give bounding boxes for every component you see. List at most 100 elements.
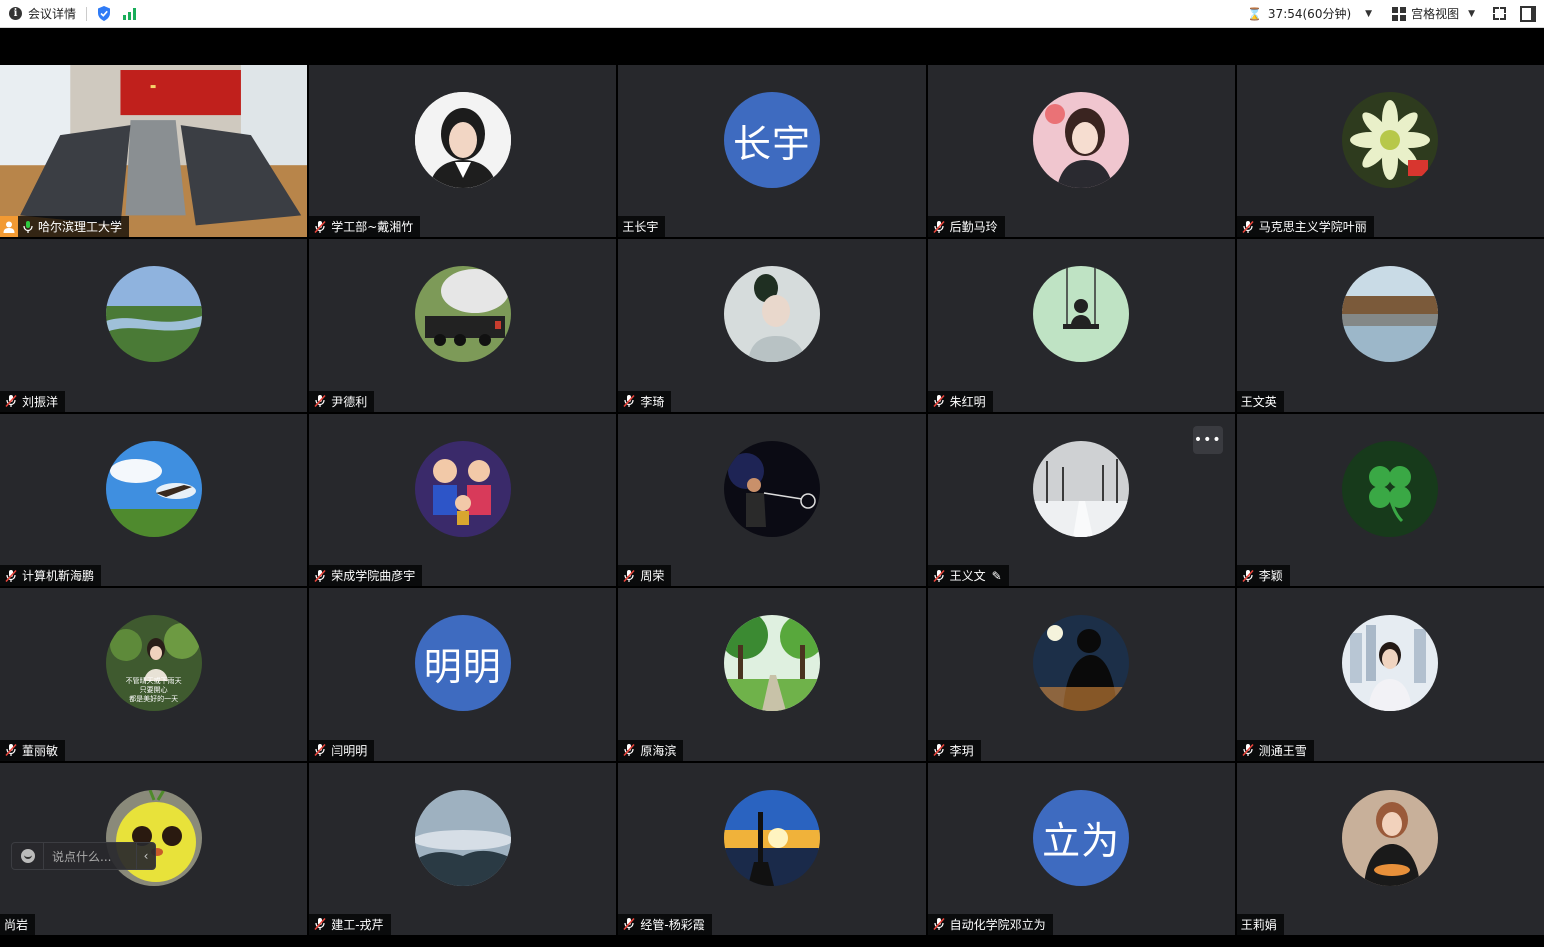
participant-avatar — [105, 789, 202, 886]
avatar-caption-line: 不管晴天或下雨天 — [125, 676, 182, 685]
participant-tile[interactable]: 学工部~戴湘竹 — [309, 65, 617, 238]
host-icon — [0, 216, 18, 238]
participant-tile[interactable]: 明明 闫明明 — [309, 588, 617, 761]
participant-avatar — [723, 266, 820, 363]
microphone-muted-icon — [622, 394, 636, 408]
participant-tile[interactable]: 经管-杨彩霞 — [618, 762, 926, 935]
participant-tile[interactable]: 刘振洋 — [0, 239, 308, 412]
meeting-timer[interactable]: ⌛ 37:54(60分钟) ▼ — [1247, 5, 1372, 22]
participant-avatar — [1342, 789, 1439, 886]
participant-tile[interactable]: 李琦 — [618, 239, 926, 412]
shield-icon[interactable] — [97, 6, 111, 21]
microphone-muted-icon — [4, 743, 18, 757]
participant-tile-host[interactable]: 哈尔滨理工大学 — [0, 65, 308, 238]
participant-tile[interactable]: 李颖 — [1236, 413, 1544, 587]
participant-tile[interactable]: 王文英 — [1236, 239, 1544, 412]
participant-avatar — [105, 440, 202, 537]
participant-name-label: 经管-杨彩霞 — [618, 913, 712, 935]
participant-avatar — [723, 440, 820, 537]
microphone-icon — [21, 220, 35, 234]
participant-avatar: 明明 — [414, 615, 511, 712]
participant-tile[interactable]: 荣成学院曲彦宇 — [309, 413, 617, 587]
participant-name-label: 自动化学院邓立为 — [927, 913, 1053, 935]
side-panel-icon[interactable] — [1520, 5, 1536, 22]
participant-tile[interactable]: ••• 王义文 ✎ — [927, 413, 1235, 587]
participant-avatar — [105, 266, 202, 363]
participant-tile[interactable]: 周荣 — [618, 413, 926, 587]
participant-name-label: 王莉娟 — [1236, 913, 1284, 935]
participant-tile[interactable]: 李玥 — [927, 588, 1235, 761]
more-options-button[interactable]: ••• — [1192, 425, 1223, 454]
divider — [86, 6, 88, 21]
microphone-muted-icon — [622, 569, 636, 583]
microphone-muted-icon — [313, 743, 327, 757]
view-mode-button[interactable]: 宫格视图 ▼ — [1392, 5, 1475, 22]
grid-view-icon — [1392, 6, 1407, 21]
participant-tile[interactable]: 不管晴天或下雨天 只要開心 都是美好的一天 董丽敏 — [0, 588, 308, 761]
microphone-muted-icon — [932, 569, 946, 583]
participant-tile[interactable]: 后勤马玲 — [927, 65, 1235, 238]
participant-tile[interactable]: 朱红明 — [927, 239, 1235, 412]
meeting-room-video — [0, 65, 308, 238]
microphone-muted-icon — [313, 394, 327, 408]
microphone-muted-icon — [1241, 220, 1255, 234]
chat-input[interactable]: 说点什么... — [52, 848, 111, 865]
microphone-muted-icon — [1241, 569, 1255, 583]
pencil-icon: ✎ — [991, 568, 1002, 583]
participant-avatar — [1033, 266, 1130, 363]
participant-grid: 哈尔滨理工大学 学工部~戴湘竹 长宇 王长宇 后勤马玲 马克思主义学院叶丽 刘振… — [0, 65, 1544, 935]
participant-avatar — [1342, 266, 1439, 363]
participant-name-label: 朱红明 — [927, 390, 993, 412]
microphone-muted-icon — [313, 220, 327, 234]
microphone-muted-icon — [932, 220, 946, 234]
participant-tile[interactable]: 立为 自动化学院邓立为 — [927, 762, 1235, 935]
participant-avatar — [723, 789, 820, 886]
participant-tile[interactable]: 长宇 王长宇 — [618, 65, 926, 238]
meeting-details-link[interactable]: 会议详情 — [28, 5, 76, 22]
participant-avatar — [414, 266, 511, 363]
chevron-down-icon: ▼ — [1365, 8, 1373, 19]
participant-name-label: 李颖 — [1236, 565, 1290, 587]
bottom-bar — [0, 935, 1544, 947]
participant-avatar — [723, 615, 820, 712]
participant-name-label: 测通王雪 — [1236, 739, 1314, 761]
chevron-down-icon: ▼ — [1468, 8, 1475, 19]
microphone-muted-icon — [932, 394, 946, 408]
fullscreen-icon[interactable] — [1493, 7, 1506, 20]
participant-name-label: 荣成学院曲彦宇 — [309, 565, 423, 587]
participant-name-label: 王义文 ✎ — [927, 565, 1009, 587]
info-icon[interactable]: i — [9, 7, 22, 20]
participant-name-label: 学工部~戴湘竹 — [309, 216, 421, 238]
timer-text: 37:54(60分钟) — [1267, 7, 1352, 21]
chevron-left-icon[interactable]: ‹ — [136, 843, 155, 869]
participant-name-label: 后勤马玲 — [927, 216, 1005, 238]
participant-avatar — [1033, 615, 1130, 712]
participant-name-label: 王长宇 — [618, 216, 666, 238]
participant-tile[interactable]: 马克思主义学院叶丽 — [1236, 65, 1544, 238]
participant-avatar — [414, 92, 511, 188]
participant-avatar — [1342, 440, 1439, 537]
participant-name-label: 李琦 — [618, 390, 672, 412]
participant-name-label: 李玥 — [927, 739, 981, 761]
microphone-muted-icon — [622, 743, 636, 757]
microphone-muted-icon — [622, 917, 636, 931]
video-top-band — [0, 28, 1544, 65]
participant-tile[interactable]: 建工-戎芹 — [309, 762, 617, 935]
participant-name-label: 建工-戎芹 — [309, 913, 391, 935]
participant-tile[interactable]: 王莉娟 — [1236, 762, 1544, 935]
participant-tile[interactable]: 测通王雪 — [1236, 588, 1544, 761]
participant-name-label: 刘振洋 — [0, 390, 66, 412]
signal-icon[interactable] — [123, 7, 137, 20]
participant-avatar — [414, 440, 511, 537]
participant-avatar: 立为 — [1033, 789, 1130, 886]
emoji-icon[interactable] — [21, 849, 35, 863]
participant-tile[interactable]: 尹德利 — [309, 239, 617, 412]
microphone-muted-icon — [932, 917, 946, 931]
microphone-muted-icon — [313, 569, 327, 583]
participant-name-label: 闫明明 — [309, 739, 375, 761]
hourglass-icon: ⌛ — [1246, 6, 1262, 21]
participant-tile[interactable]: 计算机靳海鹏 — [0, 413, 308, 587]
participant-name-label: 原海滨 — [618, 739, 684, 761]
chat-input-bar[interactable]: 说点什么... ‹ — [11, 842, 156, 870]
participant-tile[interactable]: 原海滨 — [618, 588, 926, 761]
